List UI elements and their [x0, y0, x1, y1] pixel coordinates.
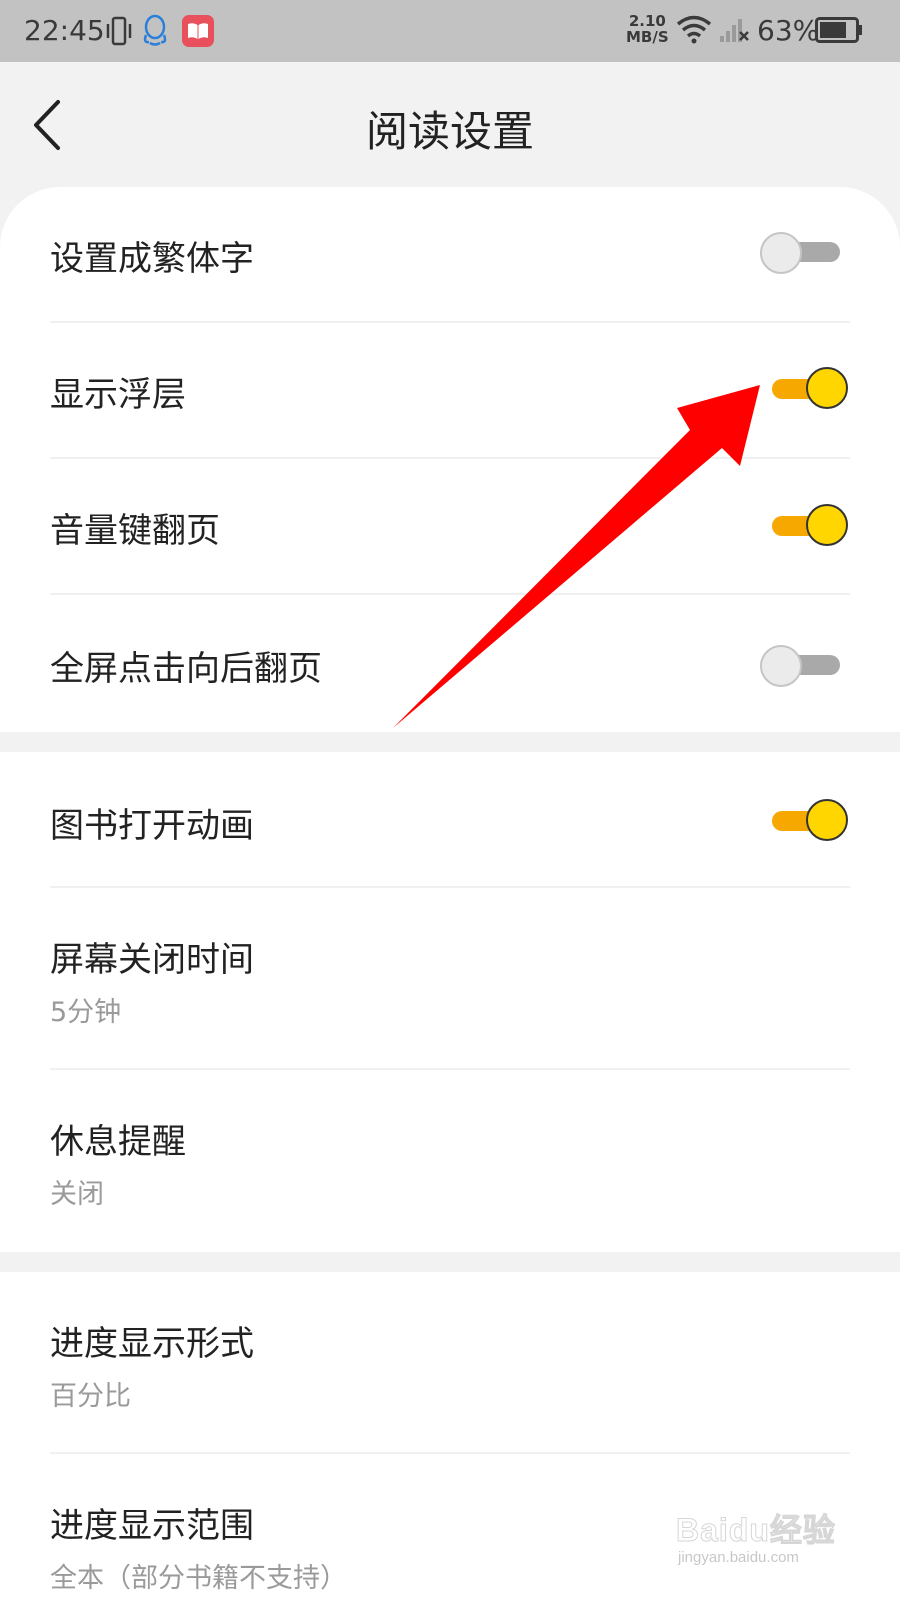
setting-value: 百分比 — [50, 1381, 131, 1412]
setting-label: 屏幕关闭时间 — [50, 940, 254, 980]
watermark-brand: Baidu经验 — [676, 1512, 836, 1549]
setting-label: 图书打开动画 — [50, 806, 254, 846]
setting-label: 进度显示形式 — [50, 1324, 254, 1364]
setting-value: 5分钟 — [50, 997, 122, 1028]
setting-progress-display-format[interactable]: 进度显示形式 百分比 — [0, 1272, 900, 1452]
setting-label: 音量键翻页 — [50, 511, 220, 551]
setting-label: 进度显示范围 — [50, 1506, 254, 1546]
book-app-icon — [182, 15, 214, 47]
section-gap — [0, 732, 900, 752]
speed-unit: MB/S — [626, 28, 669, 46]
network-speed: 2.10 MB/S — [626, 13, 669, 45]
header: 阅读设置 — [0, 62, 900, 187]
battery-percent: 63% — [757, 14, 820, 47]
speed-value: 2.10 — [628, 12, 666, 30]
qq-icon — [143, 14, 167, 46]
setting-traditional-chinese[interactable]: 设置成繁体字 — [0, 187, 900, 321]
show-overlay-toggle[interactable] — [762, 367, 852, 411]
watermark-url: jingyan.baidu.com — [678, 1549, 799, 1566]
section-gap — [0, 1252, 900, 1272]
vibrate-icon — [106, 16, 132, 46]
setting-value: 关闭 — [50, 1179, 104, 1210]
setting-fullscreen-tap-next[interactable]: 全屏点击向后翻页 — [0, 595, 900, 732]
volume-key-toggle[interactable] — [762, 504, 852, 548]
setting-label: 显示浮层 — [50, 375, 186, 415]
signal-icon — [720, 19, 749, 42]
battery-icon — [815, 17, 862, 43]
settings-card: 设置成繁体字 显示浮层 音量键翻页 全屏点击向后翻页 图书打开动画 屏幕关闭时间… — [0, 187, 900, 1600]
wifi-icon — [676, 15, 712, 44]
traditional-chinese-toggle[interactable] — [760, 230, 850, 274]
setting-label: 全屏点击向后翻页 — [50, 649, 322, 689]
fullscreen-tap-toggle[interactable] — [760, 643, 850, 687]
status-time: 22:45 — [24, 14, 105, 47]
page-title: 阅读设置 — [365, 107, 534, 156]
setting-label: 休息提醒 — [50, 1122, 186, 1162]
setting-label: 设置成繁体字 — [50, 239, 254, 279]
setting-book-open-animation[interactable]: 图书打开动画 — [0, 752, 900, 886]
status-bar: 22:45 2.10 MB/S 63% — [0, 0, 900, 62]
baidu-jingyan-watermark: Baidu经验 jingyan.baidu.com — [676, 1505, 876, 1595]
book-open-animation-toggle[interactable] — [762, 799, 852, 843]
setting-value: 全本（部分书籍不支持） — [50, 1563, 347, 1594]
setting-rest-reminder[interactable]: 休息提醒 关闭 — [0, 1070, 900, 1252]
setting-show-overlay[interactable]: 显示浮层 — [0, 323, 900, 457]
setting-screen-off-time[interactable]: 屏幕关闭时间 5分钟 — [0, 888, 900, 1068]
setting-volume-key-page-turn[interactable]: 音量键翻页 — [0, 459, 900, 593]
